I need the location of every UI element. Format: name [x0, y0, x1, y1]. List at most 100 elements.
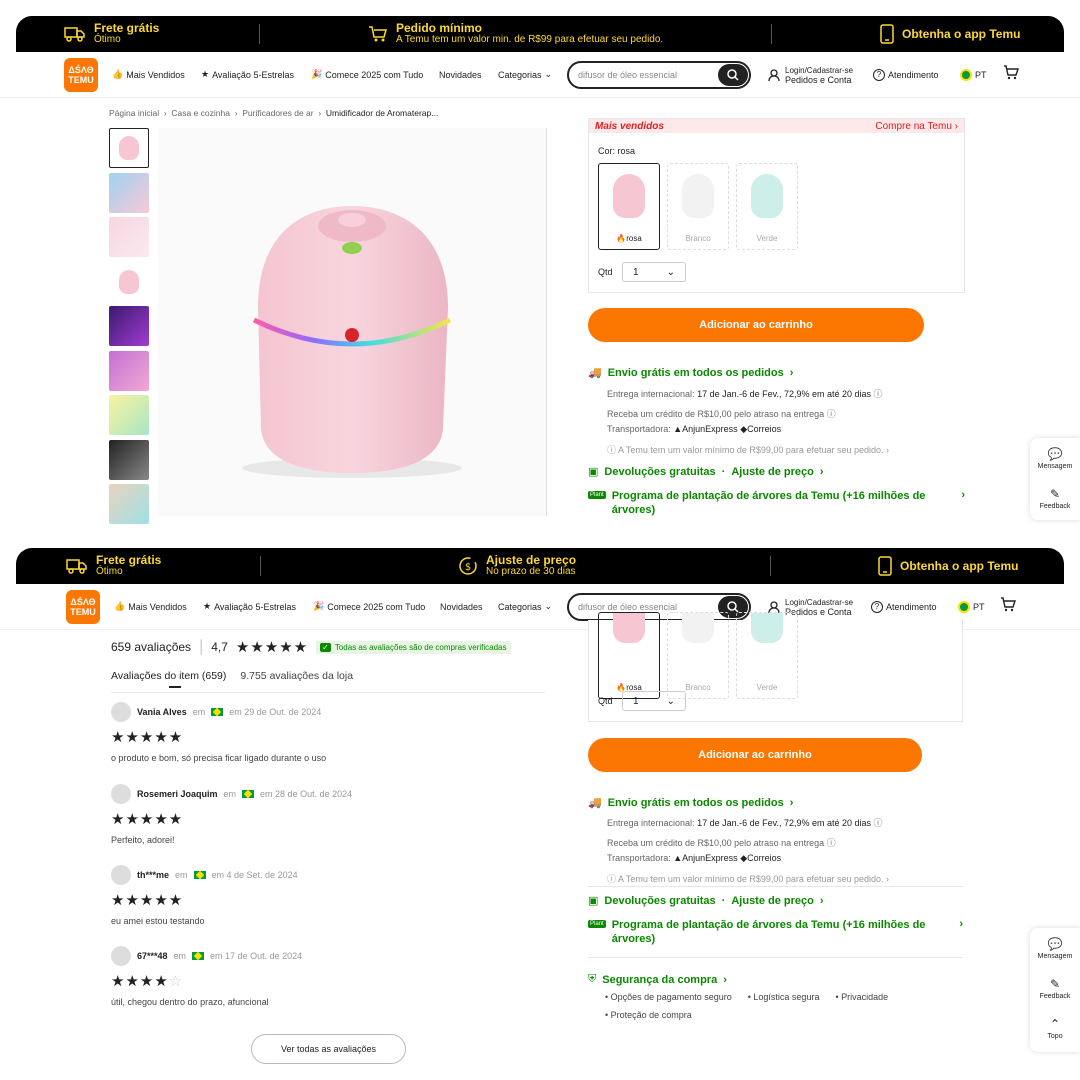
temu-logo[interactable]: ΔŚΛΘ TEMU — [64, 58, 98, 92]
swatch-white[interactable]: Branco — [667, 163, 729, 250]
tree-program-link[interactable]: Plant Programa de plantação de árvores da… — [588, 489, 965, 517]
buy-on-temu-link[interactable]: Compre na Temu › — [875, 121, 958, 132]
language-label: PT — [973, 601, 985, 612]
tab-item-reviews[interactable]: Avaliações do item (659) — [111, 670, 226, 688]
message-label: Mensagem — [1037, 952, 1073, 960]
brazil-flag-icon — [211, 708, 224, 716]
swatch-green[interactable]: Verde — [736, 163, 798, 250]
min-order-promo[interactable]: Pedido mínimo A Temu tem um valor min. de… — [368, 16, 663, 52]
nav-five-stars[interactable]: ★ Avaliação 5-Estrelas — [201, 69, 294, 80]
humidifier-image — [242, 206, 462, 478]
nav-best-sellers[interactable]: 👍 Mais Vendidos — [114, 601, 187, 612]
carrier: Transportadora: ▲AnjunExpress ◆Correios — [607, 424, 781, 435]
returns-label: Devoluções gratuitas — [604, 894, 716, 907]
returns-link[interactable]: ▣ Devoluções gratuitas · Ajuste de preço › — [588, 894, 824, 908]
free-shipping-title: Frete grátis — [96, 553, 162, 567]
tab-store-reviews[interactable]: 9.755 avaliações da loja — [240, 670, 353, 682]
review-item: th***me em em 4 de Set. de 2024 ★★★★★ eu ame… — [111, 865, 545, 926]
cart-button[interactable] — [1003, 65, 1019, 80]
info-icon[interactable]: ⓘ — [874, 818, 883, 828]
info-icon[interactable]: ⓘ — [874, 389, 883, 399]
main-product-image[interactable] — [158, 128, 547, 516]
reviewer-name: 67***48 — [137, 951, 168, 961]
tree-program-link[interactable]: Plant Programa de plantação de árvores da… — [588, 918, 963, 946]
review-item: Vania Alves em em 29 de Out. de 2024 ★★★★★ o… — [111, 702, 545, 763]
feedback-button[interactable]: ✎ Feedback — [1030, 968, 1080, 1008]
thumbnail[interactable] — [109, 306, 149, 346]
swatch-pink[interactable]: 🔥rosa — [598, 612, 660, 699]
quantity-select[interactable]: 1 ⌄ — [622, 262, 686, 282]
nav-five-stars[interactable]: ★ Avaliação 5-Estrelas — [203, 601, 296, 612]
swatch-white[interactable]: Branco — [667, 612, 729, 699]
nav-categories[interactable]: Categorias ⌄ — [498, 69, 552, 80]
free-shipping-link[interactable]: 🚚 Envio grátis em todos os pedidos › — [588, 366, 793, 380]
support-button[interactable]: ? Atendimento — [873, 68, 939, 81]
get-app-promo[interactable]: Obtenha o app Temu — [880, 16, 1020, 52]
review-text: o produto e bom, só precisa ficar ligado… — [111, 753, 327, 763]
nav-news[interactable]: Novidades — [440, 602, 483, 612]
feedback-label: Feedback — [1039, 992, 1071, 1000]
thumbnail[interactable] — [109, 350, 149, 391]
logo-text: TEMU — [68, 75, 94, 85]
nav-news[interactable]: Novidades — [439, 70, 482, 80]
thumbnail[interactable] — [109, 484, 149, 524]
qty-label: Qtd — [598, 696, 613, 706]
nav-start-2025[interactable]: 🎉 Comece 2025 com Tudo — [313, 601, 425, 612]
back-to-top-button[interactable]: ⌃ Topo — [1030, 1008, 1080, 1048]
info-icon[interactable]: ⓘ — [827, 838, 836, 848]
nav-categories[interactable]: Categorias ⌄ — [498, 601, 552, 612]
nav-categories-label: Categorias — [498, 601, 542, 612]
info-icon[interactable]: ⓘ — [827, 409, 836, 419]
review-tabs: Avaliações do item (659) 9.755 avaliaçõe… — [111, 670, 353, 688]
free-shipping-promo[interactable]: Frete grátis Ótimo — [66, 548, 161, 584]
thumbnail[interactable] — [109, 217, 149, 257]
free-shipping-promo[interactable]: Frete grátis Ótimo — [64, 16, 159, 52]
review-date: em 29 de Out. de 2024 — [229, 707, 322, 717]
purchase-security-link[interactable]: ⛨ Segurança da compra › — [588, 973, 727, 986]
message-button[interactable]: 💬 Mensagem — [1030, 438, 1080, 478]
cart-button[interactable] — [1000, 597, 1016, 612]
language-selector[interactable]: PT — [960, 68, 987, 81]
min-order-note[interactable]: ⓘ A Temu tem um valor mínimo de R$99,00 … — [607, 872, 889, 885]
see-all-reviews-button[interactable]: Ver todas as avaliações — [251, 1034, 406, 1064]
thumbnail[interactable] — [109, 395, 149, 435]
qty-value: 1 — [633, 266, 639, 278]
intl-delivery: Entrega internacional: 17 de Jan.-6 de F… — [607, 387, 883, 400]
add-to-cart-button[interactable]: Adicionar ao carrinho — [588, 738, 922, 772]
temu-logo[interactable]: ΔŚΛΘ TEMU — [66, 590, 100, 624]
returns-link[interactable]: ▣ Devoluções gratuitas · Ajuste de preço › — [588, 465, 824, 479]
breadcrumb-air-purifiers[interactable]: Purificadores de ar — [242, 108, 313, 118]
price-adjust-promo[interactable]: $ Ajuste de preço No prazo de 30 dias — [458, 548, 576, 584]
support-label: Atendimento — [888, 69, 939, 80]
nav-best-sellers[interactable]: 👍 Mais Vendidos — [112, 69, 185, 80]
breadcrumb-home-kitchen[interactable]: Casa e cozinha — [171, 108, 230, 118]
nav-start-2025[interactable]: 🎉 Comece 2025 com Tudo — [311, 69, 423, 80]
search-input[interactable]: difusor de óleo essencial — [567, 61, 751, 89]
message-button[interactable]: 💬 Mensagem — [1030, 928, 1080, 968]
free-shipping-link[interactable]: 🚚 Envio grátis em todos os pedidos › — [588, 796, 793, 810]
min-order-note[interactable]: ⓘ A Temu tem um valor mínimo de R$99,00 … — [607, 443, 889, 456]
add-to-cart-button[interactable]: Adicionar ao carrinho — [588, 308, 924, 342]
support-label: Atendimento — [886, 601, 937, 612]
thumbnail[interactable] — [109, 128, 149, 168]
breadcrumb-home[interactable]: Página inicial — [109, 108, 159, 118]
swatch-green[interactable]: Verde — [736, 612, 798, 699]
get-app-promo[interactable]: Obtenha o app Temu — [878, 548, 1018, 584]
free-shipping-sub: Ótimo — [94, 34, 121, 45]
shopping-cart-icon — [1004, 65, 1019, 80]
swatch-pink[interactable]: 🔥rosa — [598, 163, 660, 250]
language-selector[interactable]: PT — [958, 600, 985, 613]
review-where: em — [223, 789, 237, 799]
quantity-select[interactable]: 1 ⌄ — [622, 691, 686, 711]
support-button[interactable]: ? Atendimento — [871, 600, 937, 613]
thumbnail[interactable] — [109, 261, 149, 302]
party-icon: 🎉 — [311, 69, 323, 79]
thumbnail[interactable] — [109, 439, 149, 480]
review-stars: ★★★★★ — [111, 729, 184, 746]
swatch-label: Verde — [756, 683, 778, 692]
search-button[interactable] — [718, 64, 748, 86]
login-button[interactable]: Login/Cadastrar-se Pedidos e Conta — [768, 66, 853, 85]
feedback-button[interactable]: ✎ Feedback — [1030, 478, 1080, 518]
review-where: em — [173, 951, 187, 961]
thumbnail[interactable] — [109, 172, 149, 213]
